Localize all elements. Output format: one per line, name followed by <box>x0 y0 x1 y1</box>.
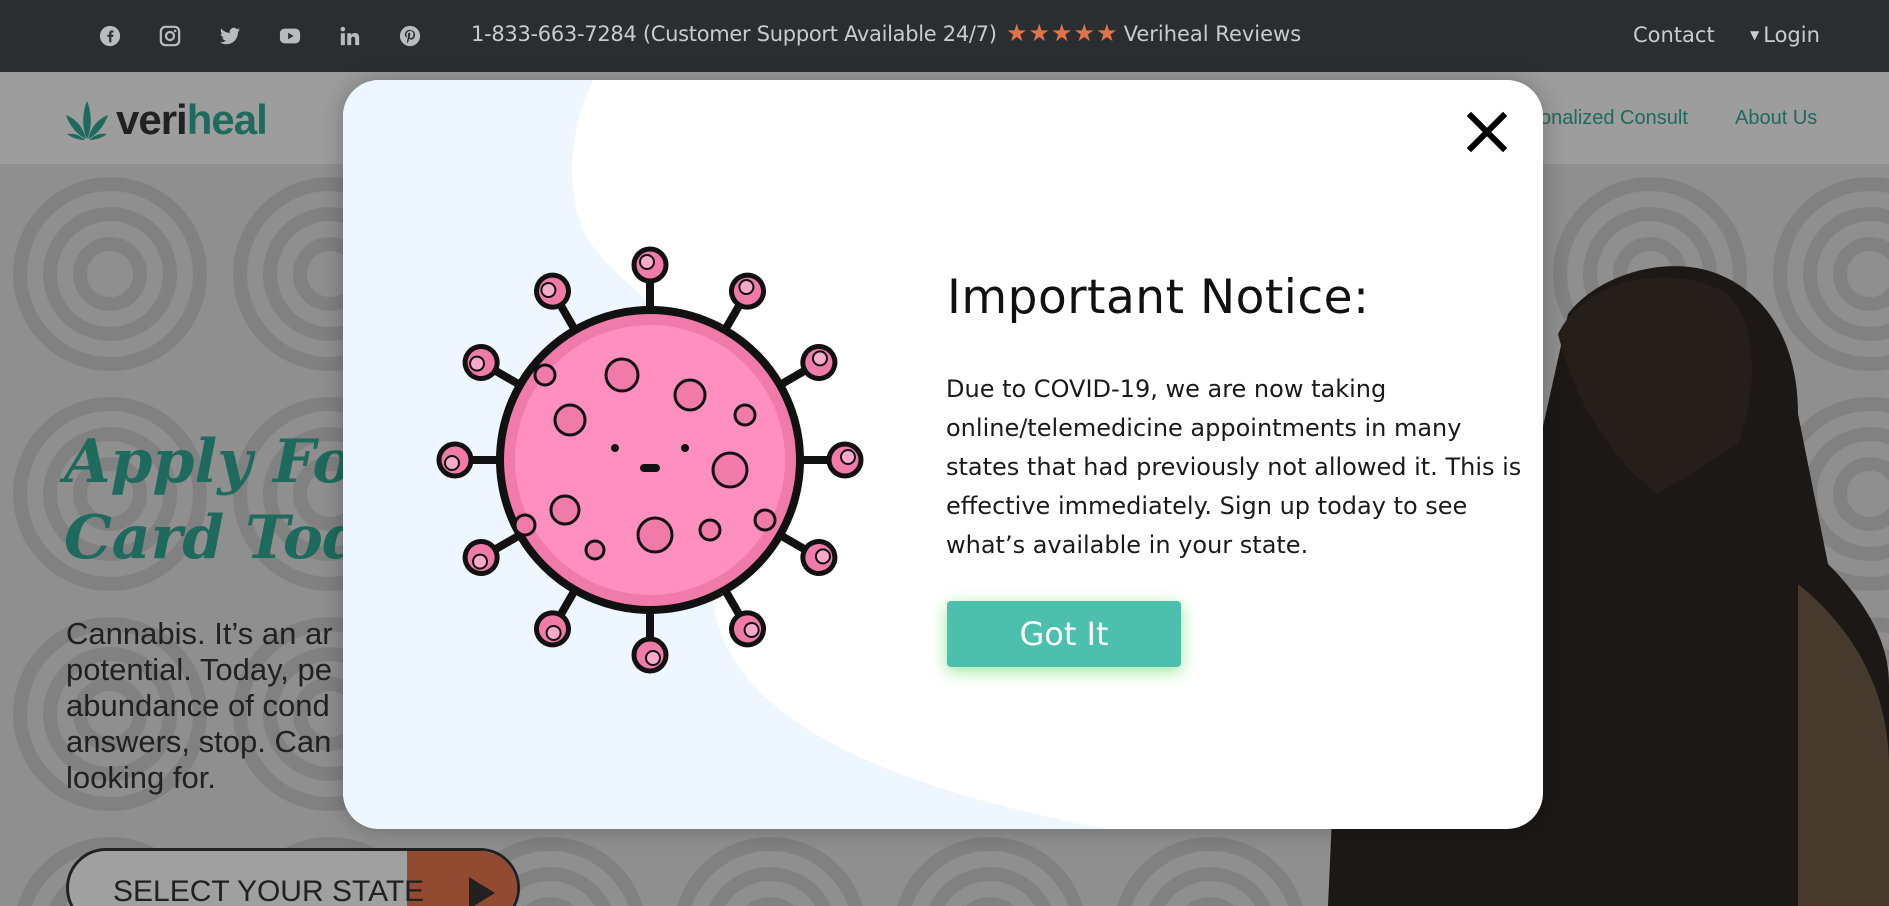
star-icon: ★ <box>1073 20 1096 47</box>
modal-title: Important Notice: <box>947 270 1370 325</box>
rating-stars: ★ ★ ★ ★ ★ <box>1006 22 1118 46</box>
support-phone[interactable]: 1-833-663-7284 (Customer Support Availab… <box>471 22 997 46</box>
facebook-icon[interactable] <box>80 24 140 48</box>
pinterest-icon[interactable] <box>380 24 440 48</box>
star-icon: ★ <box>1028 20 1051 47</box>
twitter-icon[interactable] <box>200 24 260 48</box>
star-icon: ★ <box>1096 20 1118 47</box>
modal-body-text: Due to COVID-19, we are now taking onlin… <box>946 375 1522 559</box>
youtube-icon[interactable] <box>260 24 320 48</box>
social-links <box>80 24 440 48</box>
reviews-link[interactable]: ★ ★ ★ ★ ★ Veriheal Reviews <box>1006 22 1302 47</box>
star-icon: ★ <box>1051 20 1073 47</box>
close-icon[interactable] <box>1463 108 1511 156</box>
star-icon: ★ <box>1006 20 1028 47</box>
top-bar: 1-833-663-7284 (Customer Support Availab… <box>0 0 1889 72</box>
login-dropdown[interactable]: ▼ Login <box>1750 23 1820 47</box>
got-it-button[interactable]: Got It <box>947 601 1181 667</box>
reviews-label: Veriheal Reviews <box>1123 22 1302 46</box>
instagram-icon[interactable] <box>140 24 200 48</box>
linkedin-icon[interactable] <box>320 24 380 48</box>
login-label: Login <box>1763 23 1820 47</box>
notice-modal: Important Notice: Due to COVID-19, we ar… <box>343 80 1543 829</box>
caret-down-icon: ▼ <box>1750 28 1760 42</box>
virus-illustration-icon <box>415 246 885 680</box>
contact-link[interactable]: Contact <box>1633 23 1715 47</box>
